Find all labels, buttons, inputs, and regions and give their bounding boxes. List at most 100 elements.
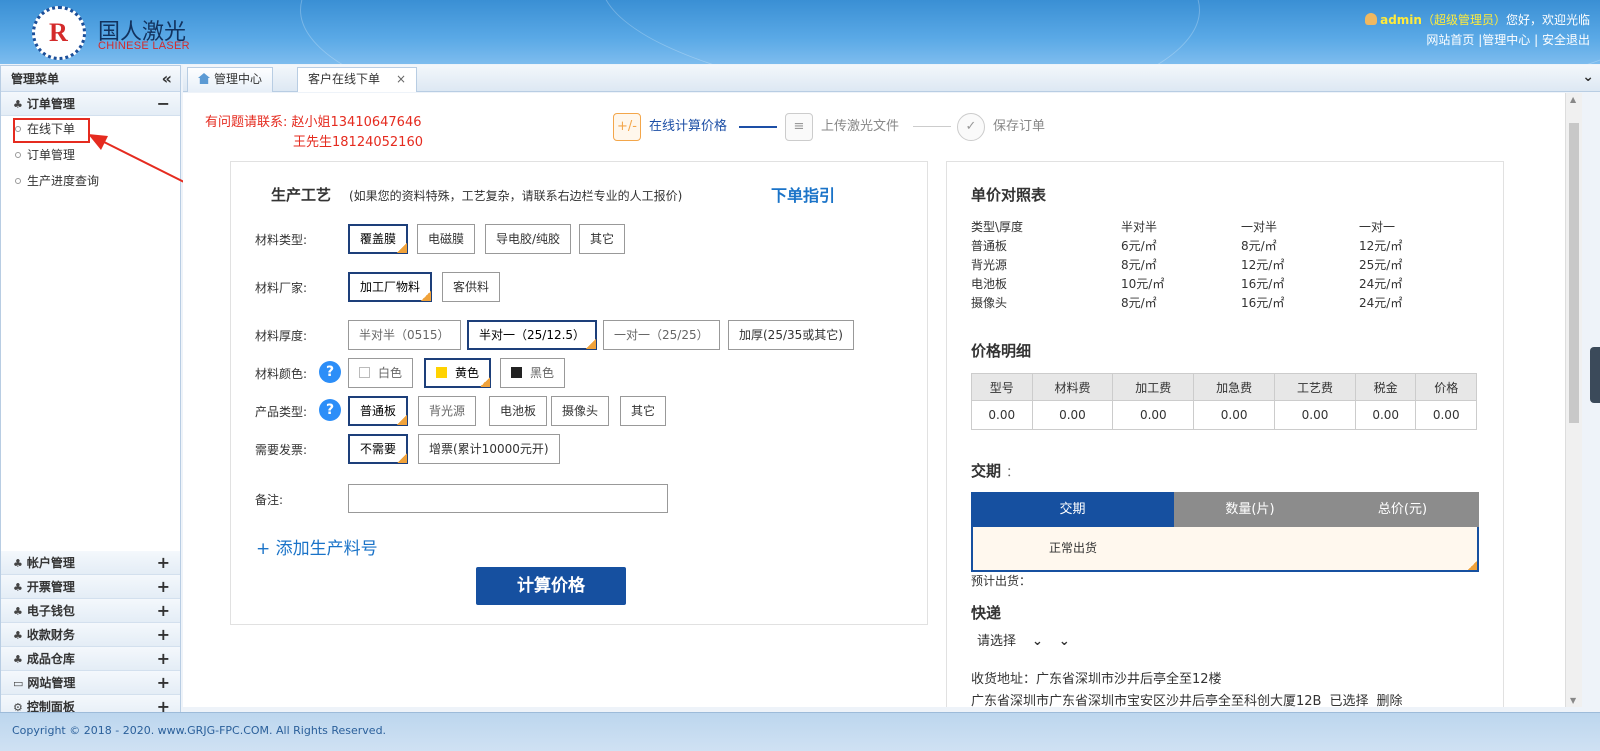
side-widget[interactable] bbox=[1590, 347, 1600, 403]
help-question-icon[interactable]: ? bbox=[319, 399, 341, 421]
sidebar-item-progress-query[interactable]: 生产进度查询 bbox=[1, 168, 180, 194]
expand-plus-icon[interactable]: + bbox=[157, 623, 170, 647]
delivery-title: 交期 ： bbox=[971, 462, 1019, 480]
table-cell: 0.00 bbox=[1031, 400, 1114, 430]
tab-online-order[interactable]: 客户在线下单 × bbox=[297, 67, 418, 92]
scrollbar-thumb[interactable] bbox=[1569, 123, 1579, 423]
option-camera[interactable]: 摄像头 bbox=[551, 396, 610, 426]
sidebar-group-account[interactable]: ♣ 帐户管理 + bbox=[1, 551, 180, 575]
price-detail-table: 型号 材料费 加工费 加急费 工艺费 税金 价格 0.00 0.00 0.00 … bbox=[971, 373, 1477, 430]
chevron-down-icon[interactable]: ⌄ bbox=[1582, 69, 1594, 85]
delivery-option-normal[interactable]: 正常出货 bbox=[971, 527, 1479, 572]
user-greeting: 您好，欢迎光临 bbox=[1505, 13, 1590, 27]
sidebar-group-website[interactable]: ▭ 网站管理 + bbox=[1, 671, 180, 695]
option-one-one[interactable]: 一对一（25/25） bbox=[603, 320, 720, 350]
close-icon[interactable]: × bbox=[396, 72, 406, 86]
sidebar-group-invoice[interactable]: ♣ 开票管理 + bbox=[1, 575, 180, 599]
sidebar-item-order-management[interactable]: 订单管理 bbox=[1, 142, 180, 168]
table-cell: 6元/㎡ bbox=[1121, 239, 1157, 253]
express-select[interactable]: 请选择 ⌄ ⌄ bbox=[977, 630, 1076, 649]
collapse-sidebar-icon[interactable]: « bbox=[162, 66, 172, 92]
table-header-cell: 一对一 bbox=[1359, 220, 1396, 234]
admin-center-link[interactable]: |管理中心 bbox=[1478, 33, 1530, 47]
check-circle-icon: ✓ bbox=[957, 112, 985, 141]
step-label: 保存订单 bbox=[993, 119, 1046, 134]
express-title: 快递 bbox=[971, 604, 1002, 622]
option-half-half[interactable]: 半对半（0515） bbox=[348, 320, 461, 350]
sidebar-group-warehouse[interactable]: ♣ 成品仓库 + bbox=[1, 647, 180, 671]
sidebar: 管理菜单 « ♣ 订单管理 − 在线下单 订单管理 生产进度查询 ♣ 帐户管理 + ♣… bbox=[0, 65, 181, 720]
table-cell: 0.00 bbox=[1274, 400, 1356, 430]
user-role: （超级管理员） bbox=[1421, 13, 1506, 27]
step-upload-file: ≡ 上传激光文件 bbox=[785, 111, 899, 143]
table-row: 0.00 0.00 0.00 0.00 0.00 0.00 0.00 bbox=[971, 400, 1477, 430]
add-material-link[interactable]: + 添加生产料号 bbox=[256, 534, 378, 559]
collapse-minus-icon[interactable]: − bbox=[157, 92, 170, 116]
remark-input[interactable] bbox=[348, 484, 668, 513]
table-cell: 12元/㎡ bbox=[1241, 258, 1285, 272]
vertical-scrollbar[interactable]: ▲ ▼ bbox=[1565, 93, 1582, 707]
option-coverlay[interactable]: 覆盖膜 bbox=[348, 224, 409, 254]
expand-plus-icon[interactable]: + bbox=[157, 599, 170, 623]
sidebar-group-order[interactable]: ♣ 订单管理 − bbox=[1, 92, 180, 116]
site-home-link[interactable]: 网站首页 bbox=[1426, 33, 1474, 47]
expand-plus-icon[interactable]: + bbox=[157, 671, 170, 695]
step-connector bbox=[913, 126, 951, 127]
option-adhesive[interactable]: 导电胶/纯胶 bbox=[485, 224, 572, 254]
address-full: 广东省深圳市广东省深圳市宝安区沙井后亭全至科创大厦12B bbox=[971, 694, 1322, 707]
sidebar-group-wallet[interactable]: ♣ 电子钱包 + bbox=[1, 599, 180, 623]
user-name: admin bbox=[1380, 13, 1422, 27]
field-label: 材料类型: bbox=[255, 233, 308, 247]
bullet-icon bbox=[15, 152, 21, 158]
option-other[interactable]: 其它 bbox=[579, 224, 626, 254]
address-value: 广东省深圳市沙井后亭全至12楼 bbox=[1036, 672, 1222, 687]
option-black[interactable]: 黑色 bbox=[500, 358, 566, 388]
table-header-cell: 价格 bbox=[1415, 373, 1477, 401]
calculate-price-button[interactable]: 计算价格 bbox=[476, 567, 626, 605]
tab-admin-center[interactable]: 管理中心 bbox=[187, 67, 274, 92]
tab-delivery[interactable]: 交期 bbox=[971, 492, 1174, 527]
address-selected-link[interactable]: 已选择 bbox=[1329, 694, 1368, 707]
option-backlight[interactable]: 背光源 bbox=[418, 396, 477, 426]
scroll-up-icon[interactable]: ▲ bbox=[1570, 95, 1576, 104]
scroll-down-icon[interactable]: ▼ bbox=[1570, 696, 1576, 705]
process-note: (如果您的资料特殊，工艺复杂，请联系右边栏专业的人工报价) bbox=[349, 189, 683, 203]
express-select-value: 请选择 bbox=[977, 634, 1017, 649]
tab-total-price[interactable]: 总价(元) bbox=[1326, 492, 1479, 527]
sidebar-item-online-order[interactable]: 在线下单 bbox=[1, 116, 180, 143]
expand-plus-icon[interactable]: + bbox=[157, 551, 170, 575]
option-thick[interactable]: 加厚(25/35或其它) bbox=[728, 320, 854, 350]
table-cell: 10元/㎡ bbox=[1121, 277, 1165, 291]
option-other-product[interactable]: 其它 bbox=[620, 396, 667, 426]
option-vat-invoice[interactable]: 增票(累计10000元开) bbox=[418, 434, 560, 464]
option-half-one[interactable]: 半对一（25/12.5） bbox=[467, 320, 598, 350]
brand-logo[interactable]: R 国人激光 CHINESE LASER bbox=[32, 6, 192, 60]
option-customer-material[interactable]: 客供料 bbox=[442, 272, 501, 302]
expand-plus-icon[interactable]: + bbox=[157, 575, 170, 599]
option-factory-material[interactable]: 加工厂物料 bbox=[348, 272, 433, 302]
order-guide-link[interactable]: 下单指引 bbox=[771, 182, 835, 206]
table-cell: 电池板 bbox=[971, 277, 1008, 291]
address-delete-link[interactable]: 删除 bbox=[1376, 694, 1402, 707]
white-swatch-icon bbox=[359, 367, 370, 378]
tab-quantity[interactable]: 数量(片) bbox=[1174, 492, 1326, 527]
price-panel: 单价对照表 类型\厚度 半对半 一对半 一对一 普通板 6元/㎡ 8元/㎡ 12… bbox=[946, 161, 1504, 707]
option-battery-board[interactable]: 电池板 bbox=[489, 396, 548, 426]
step-calculate-price: +/- 在线计算价格 bbox=[613, 111, 727, 143]
table-row: 背光源 8元/㎡ 12元/㎡ 25元/㎡ bbox=[971, 256, 1431, 275]
logout-link[interactable]: 安全退出 bbox=[1542, 33, 1590, 47]
highlight-box bbox=[13, 118, 90, 143]
option-no-invoice[interactable]: 不需要 bbox=[348, 434, 409, 464]
option-normal-board[interactable]: 普通板 bbox=[348, 396, 409, 426]
chevron-down-icon: ⌄ bbox=[1032, 634, 1043, 649]
document-icon: ≡ bbox=[785, 112, 813, 141]
help-question-icon[interactable]: ? bbox=[319, 361, 341, 383]
sidebar-group-finance[interactable]: ♣ 收款财务 + bbox=[1, 623, 180, 647]
field-label: 产品类型: bbox=[255, 405, 308, 419]
expand-plus-icon[interactable]: + bbox=[157, 647, 170, 671]
option-emi-film[interactable]: 电磁膜 bbox=[417, 224, 476, 254]
option-white[interactable]: 白色 bbox=[348, 358, 414, 388]
contact-line-1: 有问题请联系: 赵小姐13410647646 bbox=[205, 115, 422, 130]
table-header-cell: 类型\厚度 bbox=[971, 220, 1024, 234]
option-yellow[interactable]: 黄色 bbox=[424, 358, 492, 388]
